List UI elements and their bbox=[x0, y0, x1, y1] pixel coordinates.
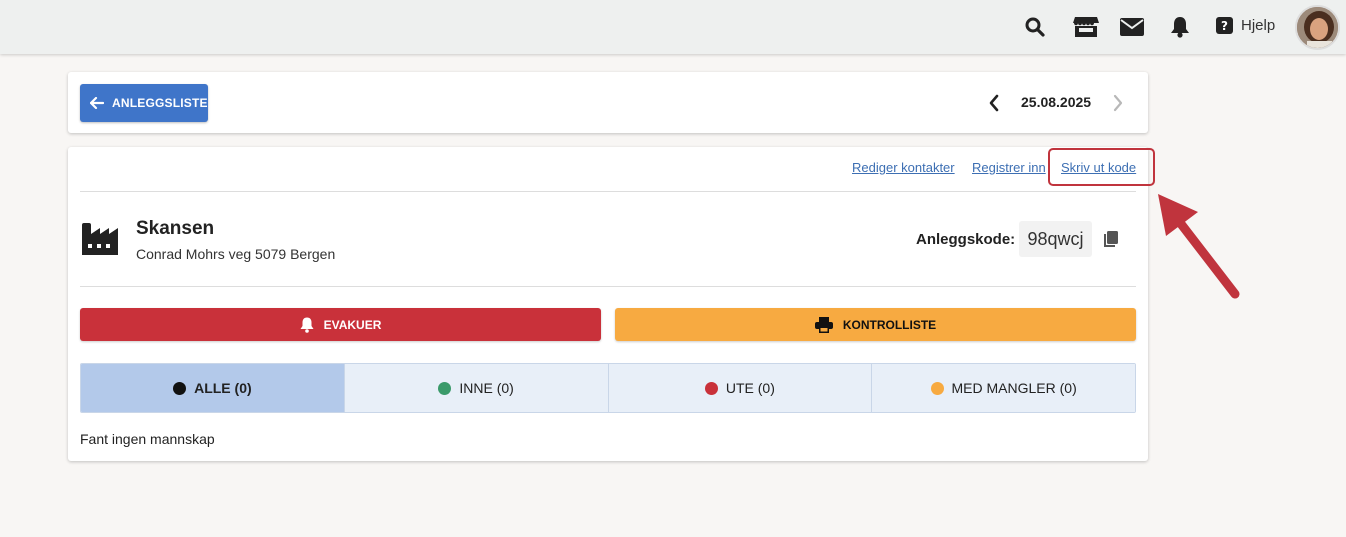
divider bbox=[80, 191, 1136, 192]
divider bbox=[80, 286, 1136, 287]
back-to-list-button[interactable]: ANLEGGSLISTE bbox=[80, 84, 208, 122]
tab-label: INNE (0) bbox=[459, 380, 514, 396]
current-date: 25.08.2025 bbox=[1021, 94, 1092, 110]
next-date-button[interactable] bbox=[1108, 91, 1128, 115]
tab-label: ALLE (0) bbox=[194, 380, 252, 396]
factory-icon bbox=[82, 222, 120, 260]
store-icon[interactable] bbox=[1072, 15, 1099, 39]
checklist-label: KONTROLLISTE bbox=[842, 317, 937, 332]
evacuate-button[interactable]: EVAKUER bbox=[80, 308, 601, 341]
site-address: Conrad Mohrs veg 5079 Bergen bbox=[136, 246, 336, 262]
header-card: ANLEGGSLISTE 25.08.2025 bbox=[68, 72, 1148, 133]
empty-state-message: Fant ingen mannskap bbox=[80, 431, 215, 447]
tab-outside[interactable]: UTE (0) bbox=[608, 364, 873, 412]
chevron-right-icon bbox=[1113, 94, 1123, 112]
status-dot-icon bbox=[173, 381, 187, 395]
filter-tabs: ALLE (0) INNE (0) UTE (0) MED MANGLER (0… bbox=[80, 363, 1136, 413]
status-dot-icon bbox=[704, 381, 718, 395]
mail-icon[interactable] bbox=[1120, 15, 1144, 39]
top-navigation-bar: ? Hjelp bbox=[0, 0, 1346, 54]
question-icon: ? bbox=[1216, 17, 1233, 34]
avatar[interactable] bbox=[1295, 5, 1340, 50]
status-dot-icon bbox=[930, 381, 944, 395]
site-code-label: Anleggskode: bbox=[916, 231, 1016, 248]
highlight-box bbox=[1048, 148, 1155, 186]
site-name: Skansen bbox=[136, 218, 215, 239]
site-card: Rediger kontakter Registrer inn Skriv ut… bbox=[68, 147, 1155, 461]
evacuate-label: EVAKUER bbox=[323, 317, 382, 332]
copy-icon[interactable] bbox=[1101, 229, 1119, 249]
tab-inside[interactable]: INNE (0) bbox=[344, 364, 609, 412]
checklist-button[interactable]: KONTROLLISTE bbox=[615, 308, 1136, 341]
site-code-value: 98qwcj bbox=[1019, 221, 1092, 257]
tab-all[interactable]: ALLE (0) bbox=[81, 364, 345, 412]
help-label: Hjelp bbox=[1241, 17, 1276, 34]
chevron-left-icon bbox=[989, 94, 999, 112]
search-icon[interactable] bbox=[1023, 15, 1047, 39]
back-button-label: ANLEGGSLISTE bbox=[112, 96, 208, 110]
tab-label: MED MANGLER (0) bbox=[951, 380, 1077, 396]
status-dot-icon bbox=[438, 381, 452, 395]
printer-icon bbox=[814, 316, 833, 333]
arrow-left-icon bbox=[90, 97, 104, 109]
register-in-link[interactable]: Registrer inn bbox=[972, 160, 1046, 175]
edit-contacts-link[interactable]: Rediger kontakter bbox=[852, 160, 955, 175]
annotation-arrow-icon bbox=[1158, 194, 1240, 299]
bell-icon bbox=[300, 317, 314, 333]
bell-icon[interactable] bbox=[1168, 15, 1192, 39]
help-link[interactable]: ? Hjelp bbox=[1216, 17, 1275, 34]
previous-date-button[interactable] bbox=[984, 91, 1004, 115]
tab-label: UTE (0) bbox=[725, 380, 775, 396]
tab-with-issues[interactable]: MED MANGLER (0) bbox=[872, 364, 1135, 412]
